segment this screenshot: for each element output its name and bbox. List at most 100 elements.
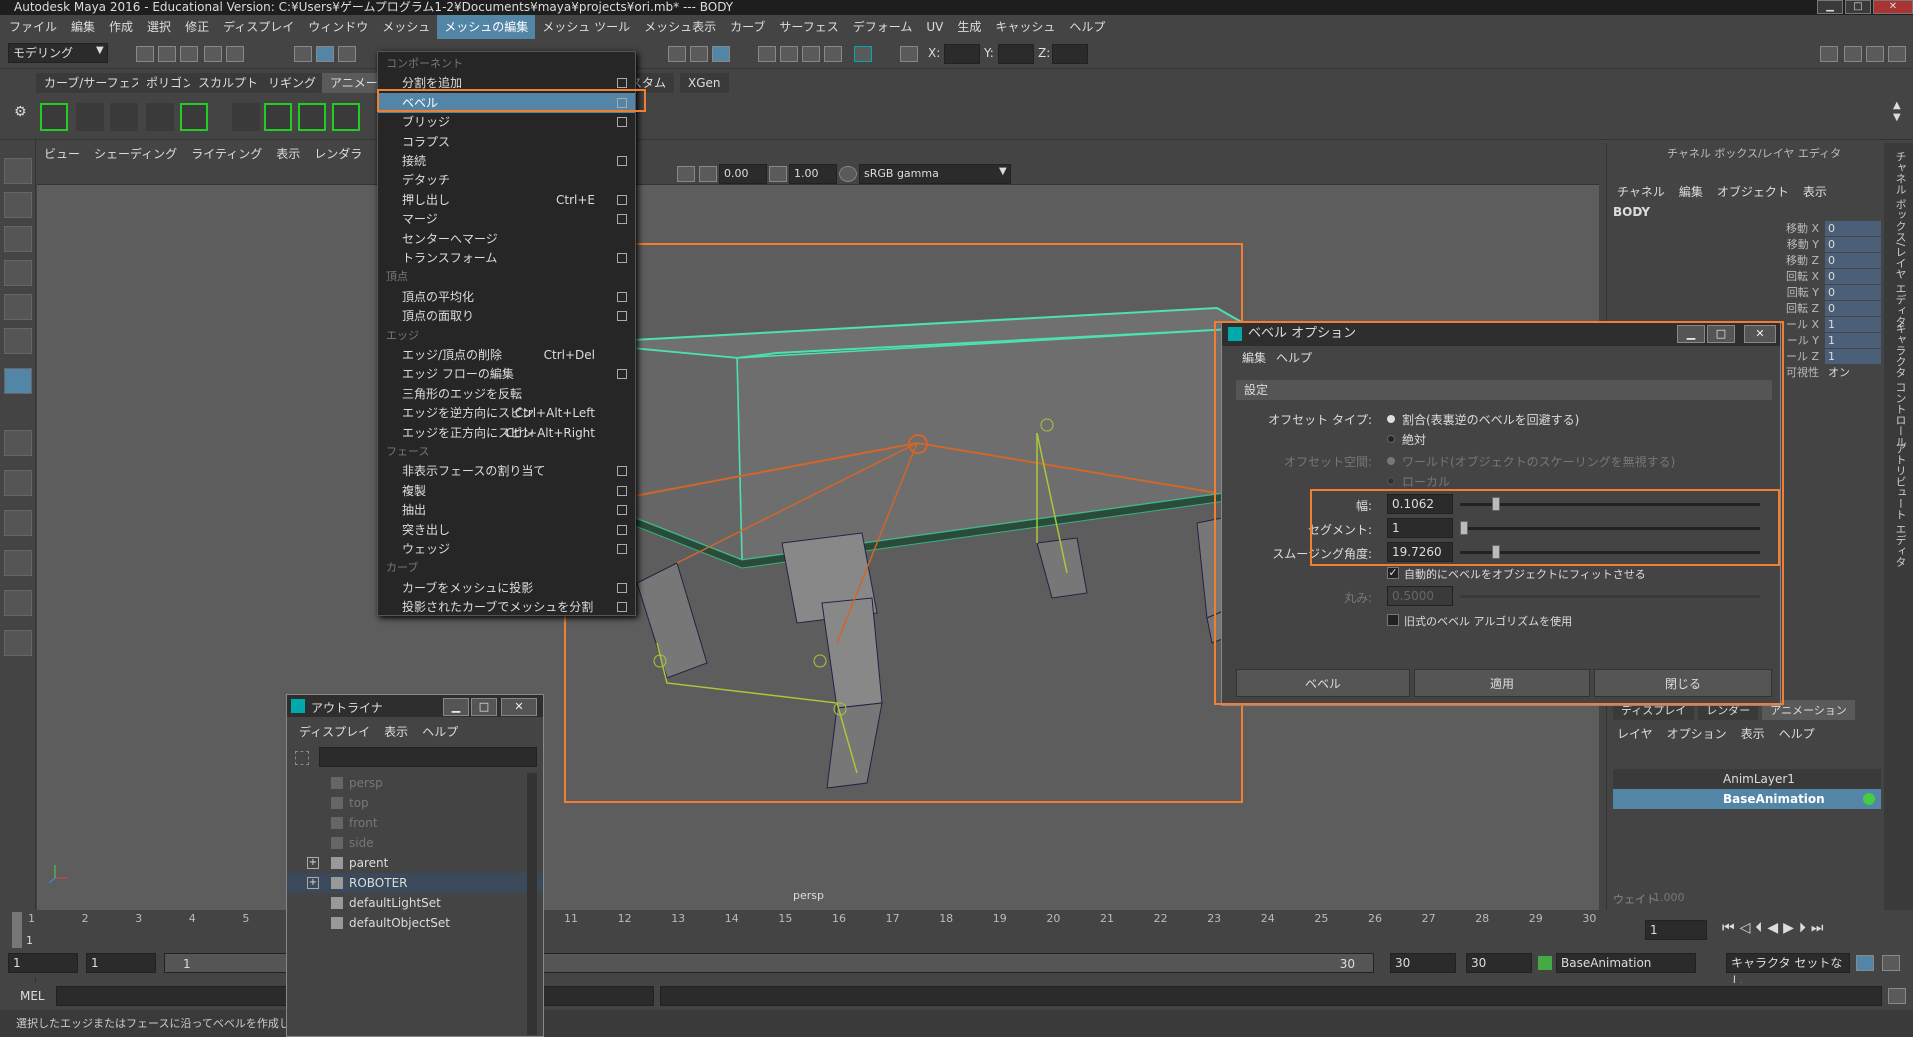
menu-11[interactable]: カーブ (723, 15, 772, 39)
option-box-icon[interactable] (617, 117, 627, 128)
playblast-icon[interactable] (854, 46, 872, 62)
menu-item[interactable]: 投影されたカーブでメッシュを分割 (378, 597, 635, 617)
option-box-icon[interactable] (617, 582, 627, 593)
option-box-icon[interactable] (617, 78, 627, 89)
new-scene-icon[interactable] (136, 46, 154, 62)
menu-item[interactable]: デタッチ (378, 170, 635, 190)
menu-item[interactable]: ウェッジ (378, 539, 635, 559)
channel-value[interactable]: 1 (1825, 349, 1881, 364)
shelf-unghost-icon[interactable] (146, 103, 174, 131)
channel-row[interactable]: 移動 Y 0 (1607, 237, 1881, 253)
hypershade-layout-icon[interactable] (4, 630, 32, 656)
channel-menu-1[interactable]: 編集 (1679, 183, 1703, 200)
shelf-tab-2[interactable]: スカルプト (190, 73, 267, 93)
menu-item[interactable]: ブリッジ (378, 112, 635, 132)
channel-menu-2[interactable]: オブジェクト (1717, 183, 1789, 200)
shelf-scroll-icon[interactable]: ▲ ▼ (1893, 100, 1901, 124)
option-box-icon[interactable] (617, 544, 627, 554)
shelf-settings-icon[interactable]: ⚙ (14, 104, 27, 132)
outliner-filter-icon[interactable] (295, 751, 309, 765)
option-box-icon[interactable] (617, 253, 627, 263)
hypershade-icon[interactable] (824, 46, 842, 62)
mode-selector[interactable]: モデリング (8, 43, 108, 63)
option-box-icon[interactable] (617, 505, 627, 516)
channel-row[interactable]: 回転 X 0 (1607, 269, 1881, 285)
menu-10[interactable]: メッシュ表示 (637, 15, 723, 39)
outliner-menu-2[interactable]: ヘルプ (422, 723, 458, 740)
side-tab-channel-box[interactable]: チャネル ボックス/レイヤ エディタ (1892, 151, 1908, 327)
channel-row[interactable]: 回転 Z 0 (1607, 301, 1881, 317)
channel-object-name[interactable]: BODY (1613, 205, 1650, 219)
channel-value[interactable]: 0 (1825, 253, 1881, 268)
shelf-ghost-icon[interactable] (110, 103, 138, 131)
expand-icon[interactable]: + (307, 877, 319, 889)
menu-item[interactable]: 突き出し (378, 520, 635, 540)
z-field[interactable] (1052, 44, 1088, 64)
channel-row[interactable]: 回転 Y 0 (1607, 285, 1881, 301)
option-box-icon[interactable] (617, 369, 627, 380)
y-field[interactable] (998, 44, 1034, 64)
shelf-skin-icon[interactable] (332, 103, 360, 131)
option-box-icon[interactable] (617, 291, 627, 302)
shelf-ik-icon[interactable] (264, 103, 292, 131)
ipr-render-icon[interactable] (780, 46, 798, 62)
expand-icon[interactable]: + (307, 857, 319, 869)
scale-tool-icon[interactable] (4, 328, 32, 354)
option-box-icon[interactable] (617, 311, 627, 322)
menu-item[interactable]: エッジ/頂点の削除 Ctrl+Del (378, 345, 635, 365)
shelf-ik-spline-icon[interactable] (298, 103, 326, 131)
menu-item[interactable]: カーブをメッシュに投影 (378, 578, 635, 598)
channel-value[interactable]: 0 (1825, 269, 1881, 284)
snap-curve-icon[interactable] (690, 46, 708, 62)
viewport-menu-1[interactable]: シェーディング (87, 145, 184, 162)
layer-menu-0[interactable]: レイヤ (1617, 725, 1653, 742)
menu-item[interactable]: トランスフォーム (378, 248, 635, 268)
channel-value[interactable]: 0 (1825, 237, 1881, 252)
menu-12[interactable]: サーフェス (772, 15, 845, 39)
gamma-icon[interactable] (769, 166, 787, 182)
move-tool-icon[interactable] (4, 260, 32, 286)
mode-dropdown-icon[interactable]: ▼ (96, 45, 104, 56)
playback-end-field[interactable]: 30 (1390, 953, 1456, 973)
layer-menu-3[interactable]: ヘルプ (1779, 725, 1815, 742)
outliner-menu-0[interactable]: ディスプレイ (299, 723, 370, 740)
render-icon[interactable] (758, 46, 776, 62)
channel-value[interactable]: 0 (1825, 221, 1881, 236)
channel-value[interactable]: 0 (1825, 285, 1881, 300)
outliner-item[interactable]: + parent (287, 853, 543, 873)
auto-key-icon[interactable] (1856, 955, 1874, 971)
exposure-reset-icon[interactable] (699, 166, 717, 182)
select-tool-icon[interactable] (4, 158, 32, 184)
rotate-tool-icon[interactable] (4, 294, 32, 320)
script-editor-icon[interactable] (1888, 988, 1906, 1004)
outliner-item[interactable]: persp (287, 773, 543, 793)
animation-prefs-icon[interactable] (1882, 955, 1900, 971)
open-scene-icon[interactable] (158, 46, 176, 62)
menu-item[interactable]: マージ (378, 209, 635, 229)
channel-menu-0[interactable]: チャネル (1617, 183, 1665, 200)
snap-grid-icon[interactable] (668, 46, 686, 62)
menu-6[interactable]: ウィンドウ (301, 15, 375, 39)
menu-item[interactable]: 頂点の平均化 (378, 287, 635, 307)
current-frame-field[interactable]: 1 (1645, 920, 1707, 940)
channel-row[interactable]: 移動 Z 0 (1607, 253, 1881, 269)
exposure-field[interactable]: 0.00 (719, 164, 767, 184)
persp-graph-layout-icon[interactable] (4, 550, 32, 576)
color-space-select[interactable]: sRGB gamma (859, 164, 1011, 184)
minimize-button[interactable]: ▁ (1817, 0, 1843, 14)
undo-icon[interactable] (204, 46, 222, 62)
option-box-icon[interactable] (617, 466, 627, 477)
viewport-menu-0[interactable]: ビュー (37, 145, 87, 162)
shelf-bake-icon[interactable] (180, 103, 208, 131)
menu-item[interactable]: コラプス (378, 132, 635, 152)
scene-end-field[interactable]: 30 (1466, 953, 1532, 973)
channel-row[interactable]: 移動 X 0 (1607, 221, 1881, 237)
outliner-close-button[interactable]: ✕ (501, 698, 537, 716)
paint-select-tool-icon[interactable] (4, 226, 32, 252)
chevron-down-icon[interactable]: ▼ (999, 166, 1007, 177)
menu-item[interactable]: エッジ フローの編集 (378, 364, 635, 384)
menu-item[interactable]: 抽出 (378, 500, 635, 520)
menu-7[interactable]: メッシュ (375, 15, 437, 39)
outliner-maximize-button[interactable]: □ (471, 698, 497, 716)
menu-15[interactable]: 生成 (950, 15, 988, 39)
